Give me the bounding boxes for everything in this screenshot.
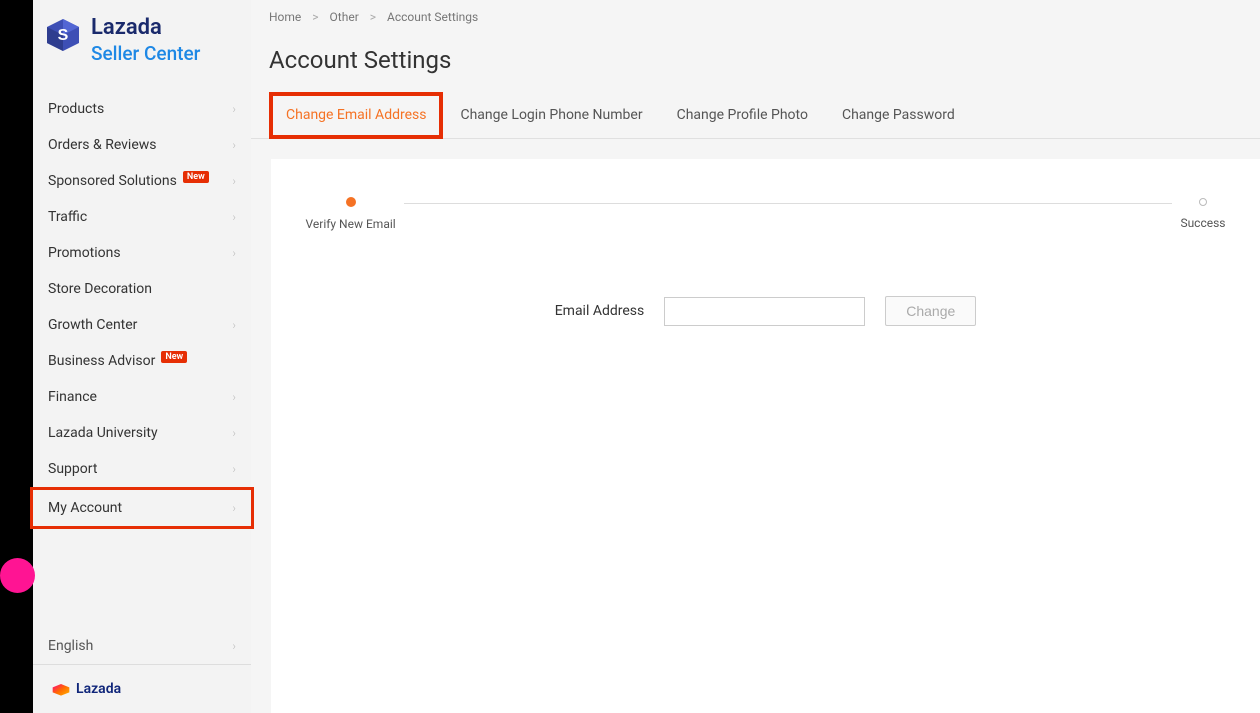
bottom-logo[interactable]: Lazada bbox=[33, 664, 251, 713]
left-black-strip bbox=[0, 0, 33, 713]
main-content: Home > Other > Account Settings Account … bbox=[251, 0, 1260, 713]
lazada-heart-icon bbox=[51, 680, 71, 698]
email-input[interactable] bbox=[664, 297, 865, 326]
logo-brand-text: Lazada bbox=[91, 15, 200, 41]
nav-label: Lazada University bbox=[48, 425, 158, 441]
nav-label: Support bbox=[48, 461, 97, 477]
step-line bbox=[404, 203, 1173, 204]
tab-change-password[interactable]: Change Password bbox=[825, 92, 972, 138]
step-label: Verify New Email bbox=[306, 217, 396, 231]
breadcrumb: Home > Other > Account Settings bbox=[251, 0, 1260, 34]
nav-label: Store Decoration bbox=[48, 281, 152, 297]
svg-text:S: S bbox=[58, 27, 69, 44]
nav-sponsored-solutions[interactable]: Sponsored Solutions New › bbox=[33, 163, 251, 199]
nav-business-advisor[interactable]: Business Advisor New bbox=[33, 343, 251, 379]
chevron-right-icon: › bbox=[232, 426, 236, 440]
language-selector[interactable]: English › bbox=[33, 618, 251, 664]
nav-label: Business Advisor bbox=[48, 353, 155, 369]
step-verify-email: Verify New Email bbox=[306, 197, 396, 231]
nav-list: Products › Orders & Reviews › Sponsored … bbox=[33, 86, 251, 618]
email-form-row: Email Address Change bbox=[301, 296, 1230, 326]
email-label: Email Address bbox=[555, 303, 645, 319]
step-label: Success bbox=[1180, 216, 1225, 230]
nav-promotions[interactable]: Promotions › bbox=[33, 235, 251, 271]
nav-products[interactable]: Products › bbox=[33, 91, 251, 127]
nav-support[interactable]: Support › bbox=[33, 451, 251, 487]
sidebar: S Lazada Seller Center Products › Orders… bbox=[33, 0, 251, 713]
chevron-right-icon: › bbox=[232, 501, 236, 515]
chevron-right-icon: › bbox=[232, 210, 236, 224]
chevron-right-icon: › bbox=[232, 462, 236, 476]
chevron-right-icon: › bbox=[232, 318, 236, 332]
chevron-right-icon: › bbox=[232, 138, 236, 152]
bottom-logo-text: Lazada bbox=[76, 681, 121, 697]
breadcrumb-separator: > bbox=[370, 10, 376, 24]
page-title: Account Settings bbox=[251, 34, 1260, 92]
nav-label: My Account bbox=[48, 500, 122, 516]
logo-area[interactable]: S Lazada Seller Center bbox=[33, 0, 251, 86]
tab-change-photo[interactable]: Change Profile Photo bbox=[660, 92, 825, 138]
nav-label: Products bbox=[48, 101, 104, 117]
nav-label: Sponsored Solutions bbox=[48, 173, 177, 189]
step-dot-inactive bbox=[1199, 198, 1207, 206]
breadcrumb-home[interactable]: Home bbox=[269, 10, 301, 24]
stepper: Verify New Email Success bbox=[306, 189, 1226, 261]
lazada-logo-icon: S bbox=[43, 15, 83, 55]
change-button[interactable]: Change bbox=[885, 296, 976, 326]
pink-indicator-dot bbox=[0, 558, 35, 593]
nav-store-decoration[interactable]: Store Decoration bbox=[33, 271, 251, 307]
tab-change-email[interactable]: Change Email Address bbox=[269, 92, 443, 139]
breadcrumb-separator: > bbox=[312, 10, 318, 24]
chevron-right-icon: › bbox=[232, 639, 236, 653]
chevron-right-icon: › bbox=[232, 174, 236, 188]
step-dot-active bbox=[346, 197, 356, 207]
language-label: English bbox=[48, 638, 93, 654]
tabs-row: Change Email Address Change Login Phone … bbox=[251, 92, 1260, 139]
nav-growth-center[interactable]: Growth Center › bbox=[33, 307, 251, 343]
nav-my-account[interactable]: My Account › bbox=[30, 487, 254, 529]
nav-label: Traffic bbox=[48, 209, 87, 225]
content-area: Verify New Email Success Email Address C… bbox=[271, 159, 1260, 713]
logo-sub-text: Seller Center bbox=[91, 43, 200, 66]
nav-label: Promotions bbox=[48, 245, 121, 261]
nav-orders-reviews[interactable]: Orders & Reviews › bbox=[33, 127, 251, 163]
new-badge: New bbox=[183, 171, 209, 183]
nav-label: Finance bbox=[48, 389, 97, 405]
nav-finance[interactable]: Finance › bbox=[33, 379, 251, 415]
new-badge: New bbox=[161, 351, 187, 363]
nav-lazada-university[interactable]: Lazada University › bbox=[33, 415, 251, 451]
nav-label: Orders & Reviews bbox=[48, 137, 157, 153]
tab-change-phone[interactable]: Change Login Phone Number bbox=[443, 92, 659, 138]
chevron-right-icon: › bbox=[232, 390, 236, 404]
chevron-right-icon: › bbox=[232, 102, 236, 116]
step-success: Success bbox=[1180, 198, 1225, 230]
breadcrumb-other[interactable]: Other bbox=[330, 10, 359, 24]
nav-traffic[interactable]: Traffic › bbox=[33, 199, 251, 235]
chevron-right-icon: › bbox=[232, 246, 236, 260]
breadcrumb-current: Account Settings bbox=[387, 10, 478, 24]
nav-label: Growth Center bbox=[48, 317, 137, 333]
